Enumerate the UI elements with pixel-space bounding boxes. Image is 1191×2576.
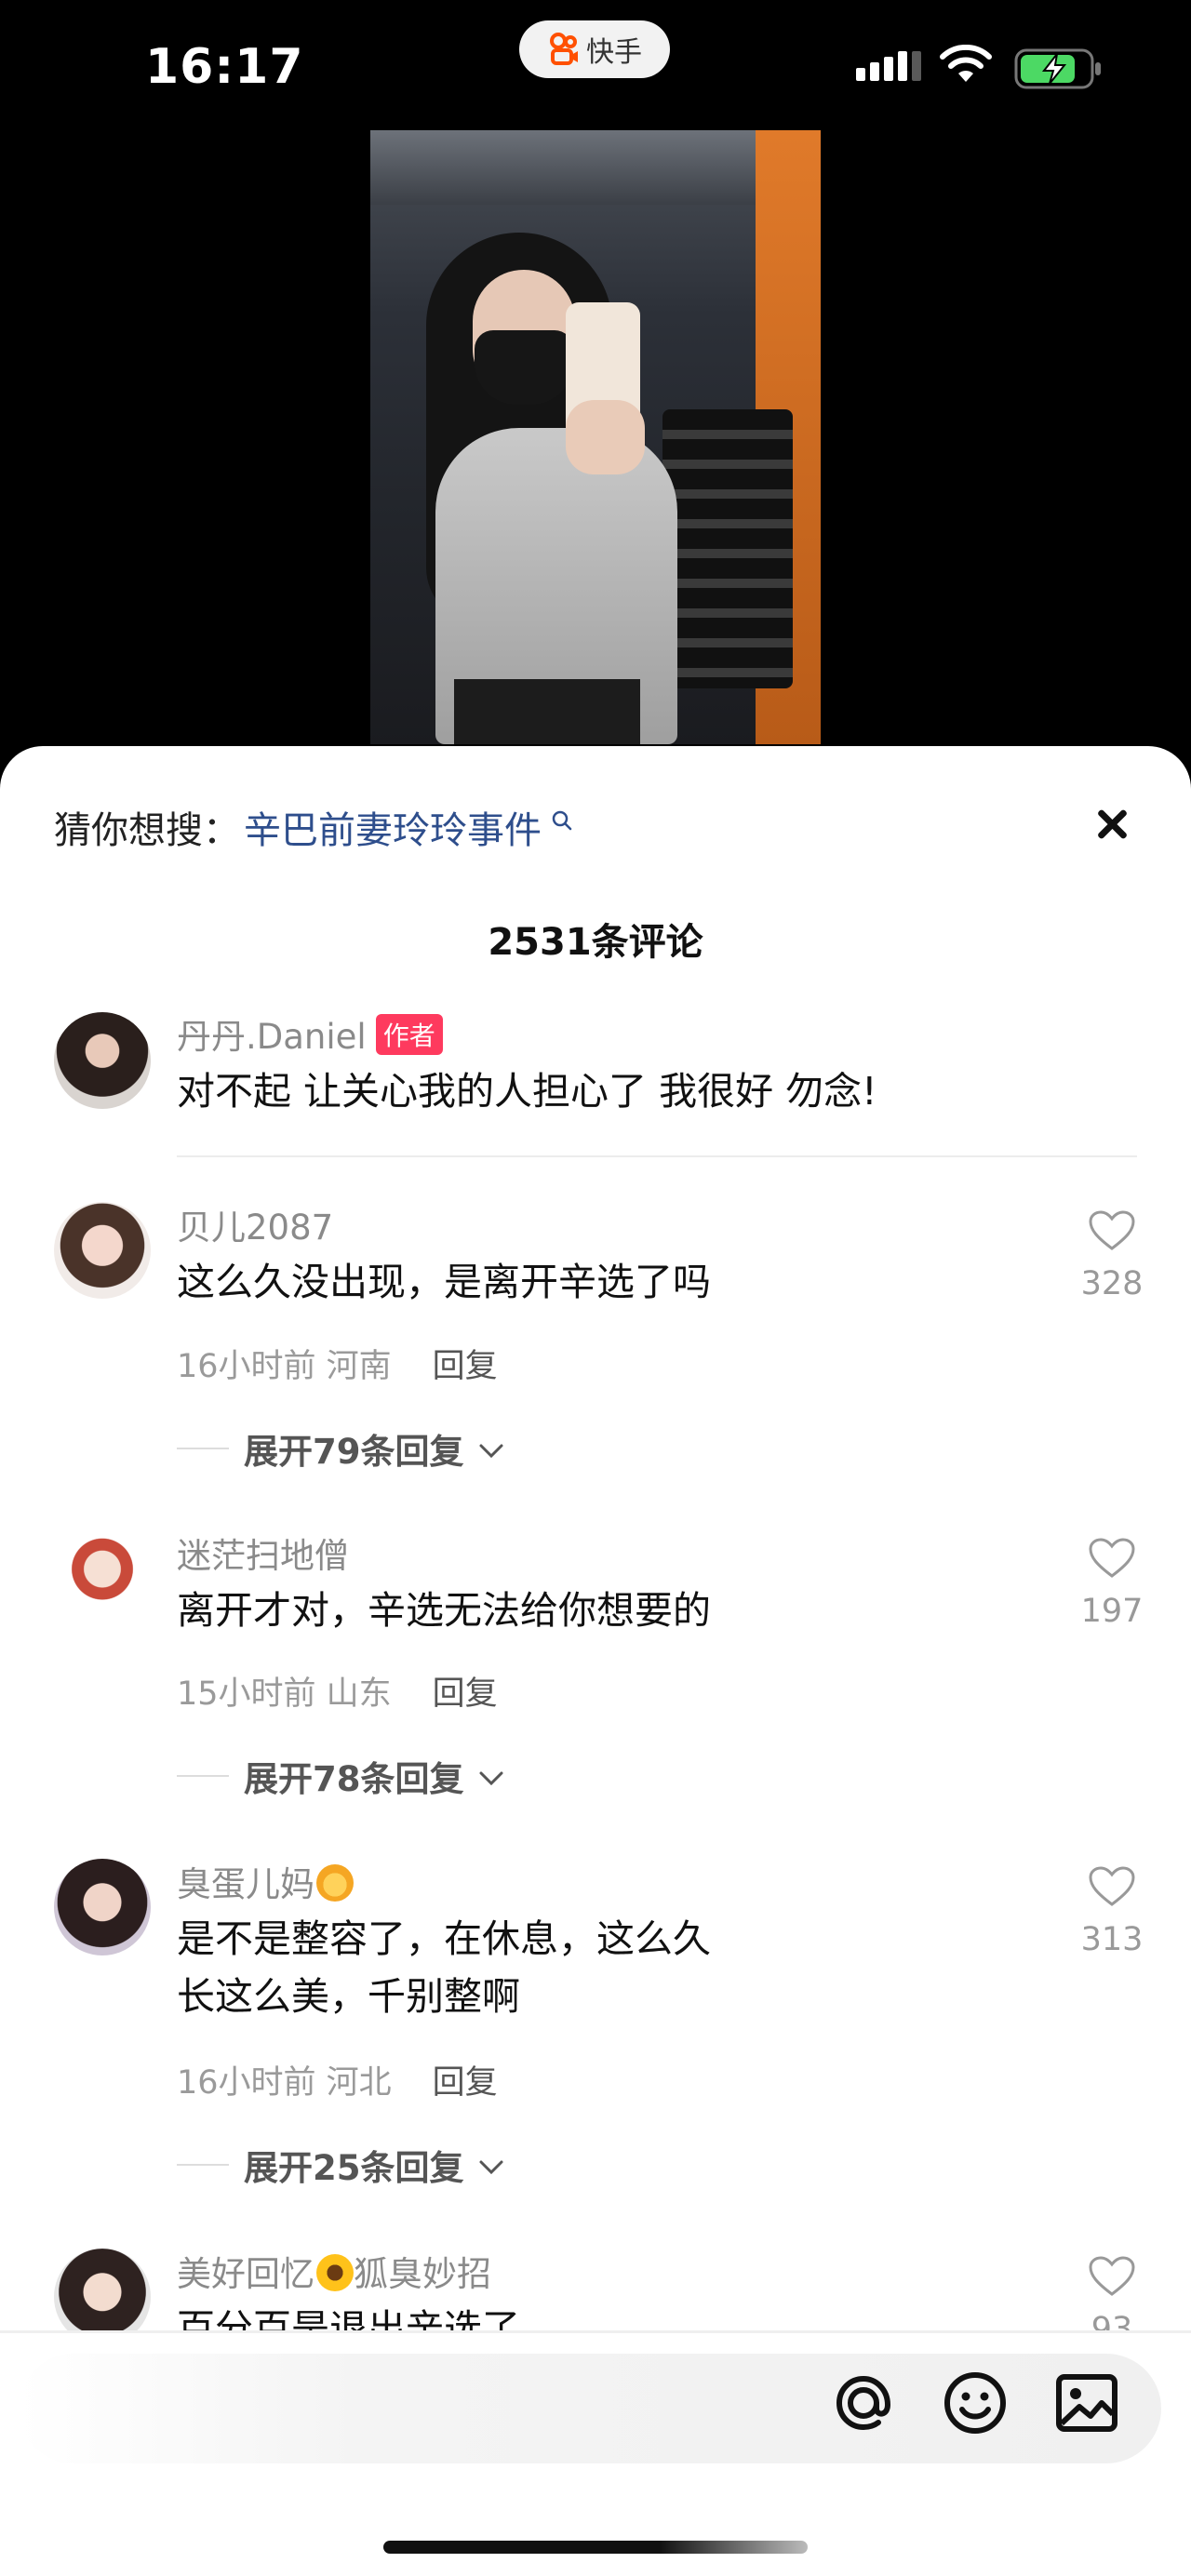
home-indicator bbox=[383, 2541, 808, 2554]
heart-icon bbox=[1088, 1210, 1136, 1256]
search-suggestion[interactable]: 猜你想搜： 辛巴前妻玲玲事件 bbox=[54, 800, 573, 854]
battery-icon bbox=[1014, 48, 1104, 93]
reply-button[interactable]: 回复 bbox=[433, 2064, 498, 2102]
comment-username[interactable]: 贝儿2087 bbox=[177, 1199, 333, 1249]
image-icon[interactable] bbox=[1051, 2368, 1122, 2438]
avatar[interactable] bbox=[54, 1859, 151, 1955]
wifi-icon bbox=[938, 44, 994, 89]
app-pill[interactable]: 快手 bbox=[519, 20, 670, 78]
comment-count: 2531条评论 bbox=[488, 921, 703, 964]
comment-username[interactable]: 丹丹.Daniel 作者 bbox=[177, 1008, 443, 1059]
divider bbox=[177, 1155, 1137, 1157]
comment-time-location: 15小时前 山东 bbox=[177, 1675, 392, 1713]
comment-username[interactable]: 迷茫扫地僧 bbox=[177, 1528, 349, 1578]
comment-meta: 15小时前 山东 回复 bbox=[177, 1667, 498, 1715]
like-count: 313 bbox=[1080, 1921, 1144, 1958]
expand-replies-button[interactable]: 展开79条回复 bbox=[177, 1423, 505, 1474]
search-suggestion-term[interactable]: 辛巴前妻玲玲事件 bbox=[244, 800, 542, 854]
comment-meta: 16小时前 河北 回复 bbox=[177, 2056, 498, 2103]
chevron-down-icon bbox=[477, 1429, 505, 1469]
comment-time-location: 16小时前 河南 bbox=[177, 1348, 392, 1385]
avatar[interactable] bbox=[54, 1012, 151, 1109]
status-bar: 16:17 快手 bbox=[0, 0, 1191, 140]
comment-time-location: 16小时前 河北 bbox=[177, 2064, 392, 2102]
reply-button[interactable]: 回复 bbox=[433, 1675, 498, 1713]
heart-icon bbox=[1088, 1538, 1136, 1583]
expand-replies-button[interactable]: 展开25条回复 bbox=[177, 2140, 505, 2190]
close-icon[interactable] bbox=[1089, 802, 1135, 848]
heart-icon bbox=[1088, 2256, 1136, 2302]
heart-icon bbox=[1088, 1866, 1136, 1912]
cellular-signal-icon bbox=[856, 51, 921, 81]
chevron-down-icon bbox=[477, 1756, 505, 1796]
emoji-icon[interactable] bbox=[940, 2368, 1010, 2438]
search-suggestion-prefix: 猜你想搜： bbox=[54, 809, 240, 852]
like-button[interactable]: 313 bbox=[1070, 1865, 1154, 1958]
like-count: 197 bbox=[1080, 1593, 1144, 1630]
kuaishou-logo-icon bbox=[547, 33, 581, 66]
avatar[interactable] bbox=[54, 1202, 151, 1299]
search-icon bbox=[551, 798, 573, 841]
comment-text: 离开才对，辛选无法给你想要的 bbox=[177, 1588, 711, 1633]
comment-text: 这么久没出现，是离开辛选了吗 bbox=[177, 1260, 711, 1304]
comment-username[interactable]: 美好回忆 狐臭妙招 bbox=[177, 2246, 491, 2296]
chevron-down-icon bbox=[477, 2145, 505, 2185]
comment-username[interactable]: 臭蛋儿妈 bbox=[177, 1856, 354, 1906]
comment-meta: 16小时前 河南 回复 bbox=[177, 1340, 498, 1387]
comment-text: 对不起 让关心我的人担心了 我很好 勿念! bbox=[177, 1069, 877, 1114]
like-button[interactable]: 197 bbox=[1070, 1537, 1154, 1630]
sunflower-emoji-icon bbox=[316, 2254, 354, 2291]
like-count: 328 bbox=[1080, 1265, 1144, 1302]
at-icon[interactable] bbox=[828, 2368, 899, 2438]
status-time: 16:17 bbox=[145, 39, 304, 95]
reply-button[interactable]: 回复 bbox=[433, 1348, 498, 1385]
like-button[interactable]: 328 bbox=[1070, 1209, 1154, 1302]
comment-input-bar bbox=[0, 2330, 1191, 2576]
author-badge: 作者 bbox=[375, 1014, 443, 1055]
woman-emoji-icon bbox=[316, 1864, 354, 1902]
app-name: 快手 bbox=[586, 36, 642, 69]
expand-replies-button[interactable]: 展开78条回复 bbox=[177, 1751, 505, 1801]
avatar[interactable] bbox=[54, 1530, 151, 1627]
comment-text: 是不是整容了，在休息，这么久长这么美，千别整啊 bbox=[177, 1916, 711, 2019]
comment-sheet: 猜你想搜： 辛巴前妻玲玲事件 2531条评论 丹丹.Daniel 作者 对不起 让… bbox=[0, 746, 1191, 2576]
video-preview[interactable] bbox=[370, 130, 821, 744]
